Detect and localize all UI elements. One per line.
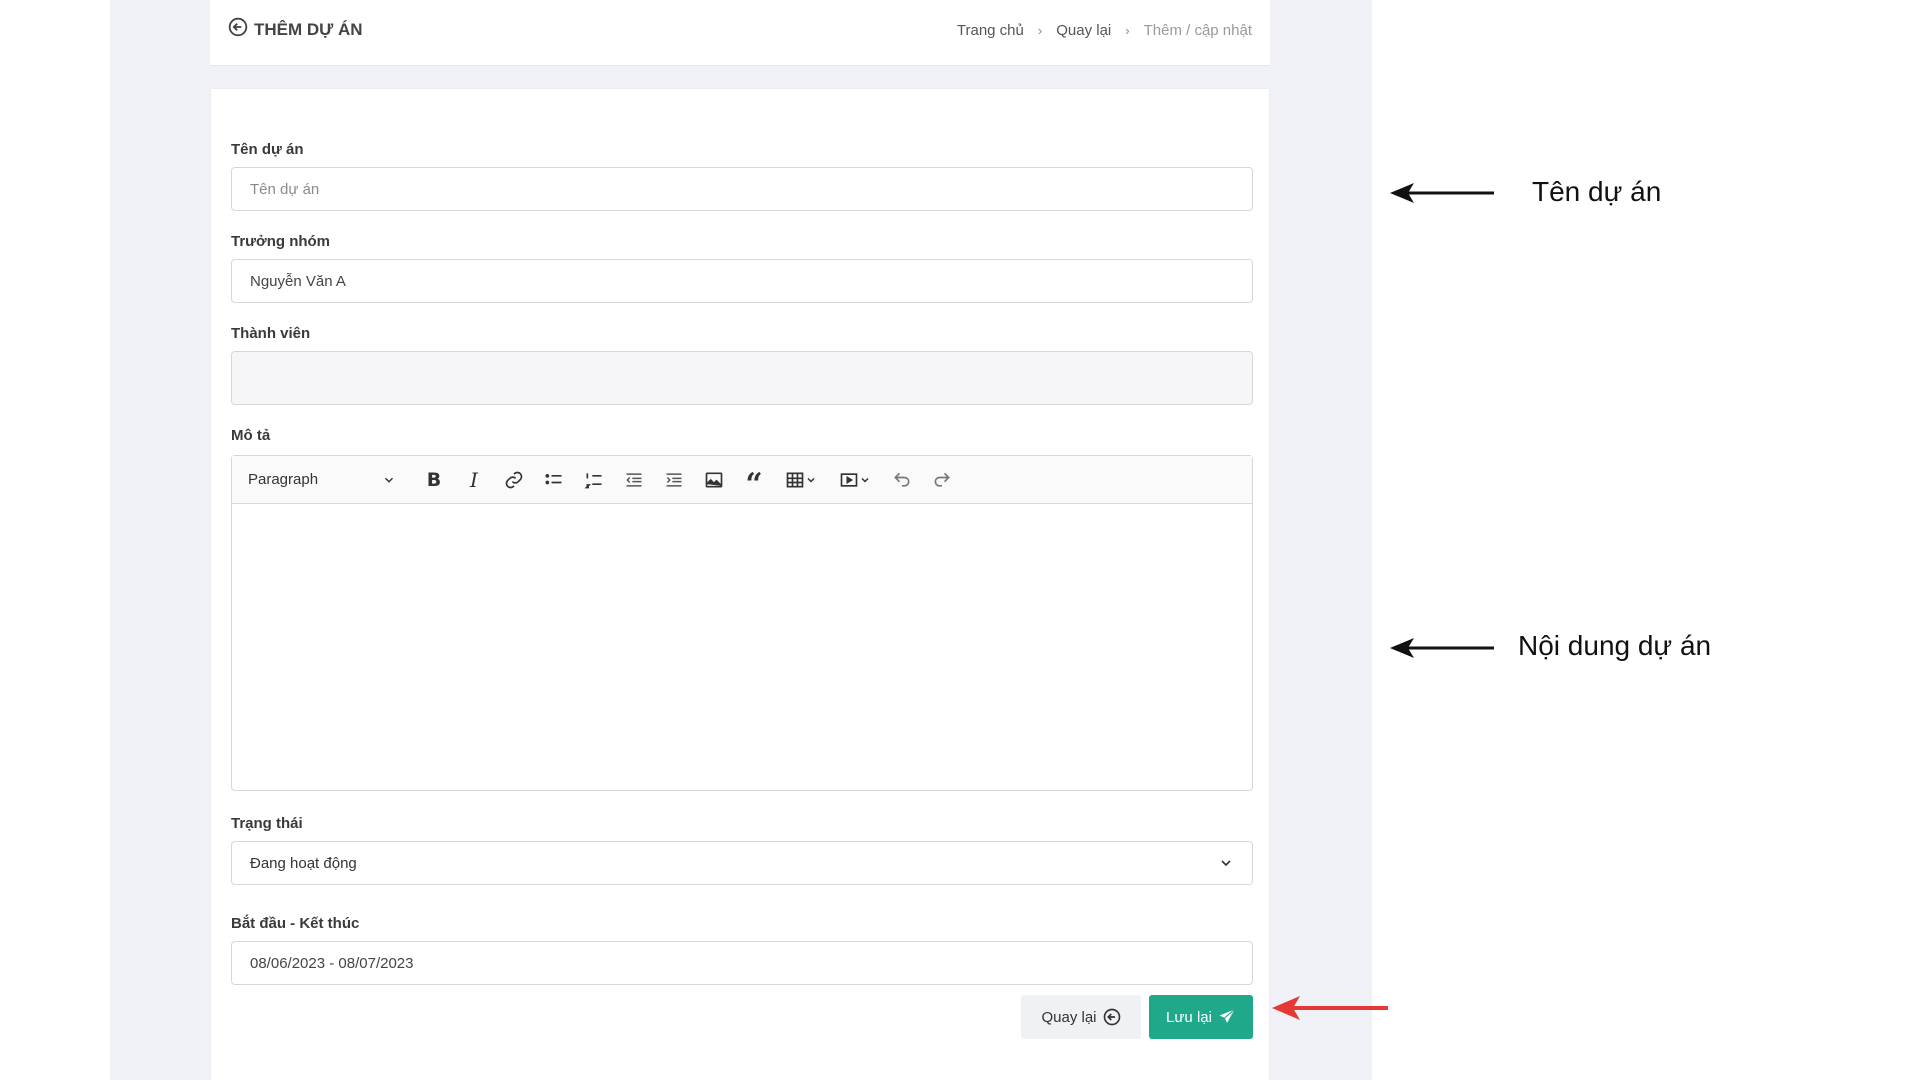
back-button[interactable]: Quay lại: [1021, 995, 1141, 1039]
date-range-value: 08/06/2023 - 08/07/2023: [250, 954, 414, 972]
bold-button[interactable]: B: [414, 464, 454, 496]
team-lead-input[interactable]: Nguyễn Văn A: [231, 259, 1253, 303]
description-editor: Paragraph B I “: [231, 455, 1253, 791]
chevron-down-icon: [861, 477, 869, 483]
save-button[interactable]: Lưu lại: [1149, 995, 1253, 1039]
annotation-arrow-content: [1390, 638, 1494, 658]
outdent-button[interactable]: [614, 464, 654, 496]
members-input[interactable]: [231, 351, 1253, 405]
breadcrumb-current: Thêm / cập nhật: [1143, 22, 1252, 39]
outdent-icon: [626, 472, 642, 487]
redo-icon: [934, 472, 950, 487]
annotation-project-content: Nội dung dự án: [1518, 630, 1712, 661]
form-card: Tên dự án Tên dự án Trưởng nhóm Nguyễn V…: [210, 88, 1270, 1080]
save-button-label: Lưu lại: [1166, 1008, 1212, 1026]
team-lead-value: Nguyễn Văn A: [250, 272, 346, 290]
project-name-placeholder: Tên dự án: [250, 180, 320, 198]
table-icon: [786, 472, 804, 487]
annotation-project-name: Tên dự án: [1532, 176, 1662, 207]
annotation-arrow-name: [1390, 183, 1494, 203]
undo-button[interactable]: [882, 464, 922, 496]
paragraph-format-value: Paragraph: [248, 471, 319, 488]
send-icon: [1219, 1009, 1235, 1023]
indent-icon: [666, 472, 682, 487]
project-name-label: Tên dự án: [231, 141, 304, 158]
block-quote-button[interactable]: “: [734, 464, 774, 499]
top-bar: THÊM DỰ ÁN Trang chủ › Quay lại › Thêm /…: [210, 0, 1270, 66]
breadcrumb-separator-icon: ›: [1125, 23, 1130, 38]
annotation-arrow-save: [1272, 996, 1388, 1020]
redo-button[interactable]: [922, 464, 962, 496]
image-icon: [705, 472, 723, 487]
bulleted-list-icon: [545, 473, 562, 484]
chevron-down-icon: [1221, 860, 1231, 867]
italic-icon: I: [470, 467, 478, 492]
link-icon: [505, 471, 523, 488]
breadcrumb: Trang chủ › Quay lại › Thêm / cập nhật: [957, 22, 1252, 39]
insert-table-button[interactable]: [774, 464, 828, 496]
back-circle-icon: [1103, 1008, 1120, 1026]
status-select[interactable]: Đang hoạt động: [231, 841, 1253, 885]
status-value: Đang hoạt động: [250, 854, 357, 872]
date-range-label: Bắt đầu - Kết thúc: [231, 915, 360, 932]
italic-button[interactable]: I: [454, 464, 494, 496]
project-name-input[interactable]: Tên dự án: [231, 167, 1253, 211]
quote-icon: “: [745, 466, 763, 502]
breadcrumb-back[interactable]: Quay lại: [1056, 22, 1111, 39]
numbered-list-button[interactable]: [574, 464, 614, 496]
numbered-list-icon: [584, 472, 602, 488]
page-title-text: THÊM DỰ ÁN: [254, 19, 363, 39]
description-label: Mô tả: [231, 427, 271, 444]
members-label: Thành viên: [231, 325, 311, 342]
page-title: THÊM DỰ ÁN: [228, 17, 363, 42]
bulleted-list-button[interactable]: [534, 464, 574, 496]
date-range-input[interactable]: 08/06/2023 - 08/07/2023: [231, 941, 1253, 985]
breadcrumb-home[interactable]: Trang chủ: [957, 22, 1024, 39]
team-lead-label: Trưởng nhóm: [231, 233, 331, 250]
chevron-down-icon: [384, 477, 394, 483]
insert-image-button[interactable]: [694, 464, 734, 496]
chevron-down-icon: [807, 477, 815, 483]
insert-media-button[interactable]: [828, 464, 882, 496]
paragraph-format-select[interactable]: Paragraph: [248, 471, 396, 488]
back-circle-icon[interactable]: [228, 17, 248, 42]
indent-button[interactable]: [654, 464, 694, 496]
link-button[interactable]: [494, 464, 534, 496]
status-label: Trạng thái: [231, 815, 303, 832]
editor-content-area[interactable]: [232, 504, 1252, 790]
editor-toolbar: Paragraph B I “: [232, 456, 1252, 504]
breadcrumb-separator-icon: ›: [1037, 23, 1043, 38]
back-button-label: Quay lại: [1041, 1008, 1097, 1026]
media-icon: [840, 472, 858, 487]
undo-icon: [894, 472, 910, 487]
bold-icon: B: [426, 468, 442, 491]
